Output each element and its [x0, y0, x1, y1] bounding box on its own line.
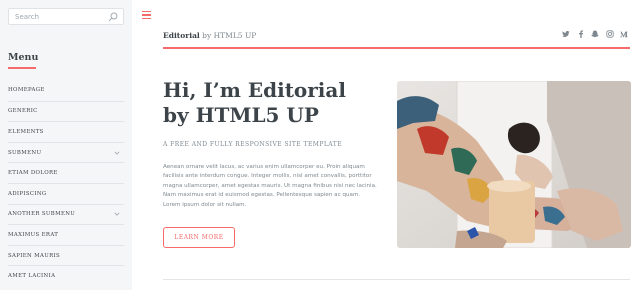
- medium-icon[interactable]: [620, 30, 628, 38]
- sidebar-item-label: HOMEPAGE: [8, 87, 45, 94]
- site-logo-link[interactable]: Editorial by HTML5 UP: [163, 31, 256, 40]
- instagram-icon[interactable]: [605, 30, 614, 38]
- sidebar-item-label: GENERIC: [8, 108, 38, 115]
- sidebar-item-label: AMET LACINIA: [8, 273, 56, 280]
- hero-title: Hi, I’m Editorial by HTML5 UP: [163, 78, 346, 127]
- sidebar-item-etiam-dolore[interactable]: ETIAM DOLORE: [8, 162, 124, 183]
- sidebar-item-sapien-mauris[interactable]: SAPIEN MAURIS: [8, 244, 124, 266]
- sidebar-menu: HOMEPAGE GENERIC ELEMENTS SUBMENU ETIAM …: [8, 80, 124, 286]
- section-divider: [163, 279, 630, 280]
- hero-image: [397, 81, 631, 248]
- learn-more-button[interactable]: LEARN MORE: [163, 227, 235, 248]
- brand-name: Editorial: [163, 31, 200, 40]
- facebook-icon[interactable]: [577, 30, 585, 38]
- sidebar-item-label: ETIAM DOLORE: [8, 170, 58, 177]
- menu-heading-underline: [8, 67, 36, 69]
- sidebar-item-maximus-erat[interactable]: MAXIMUS ERAT: [8, 224, 124, 245]
- brand-suffix: by HTML5 UP: [199, 31, 257, 40]
- sidebar-item-label: MAXIMUS ERAT: [8, 231, 59, 238]
- menu-heading: Menu: [8, 52, 39, 63]
- hero-subtitle: A FREE AND FULLY RESPONSIVE SITE TEMPLAT…: [163, 141, 343, 148]
- sidebar-item-label: ELEMENTS: [8, 128, 44, 135]
- sidebar-item-label: SAPIEN MAURIS: [8, 252, 61, 259]
- twitter-icon[interactable]: [562, 30, 570, 38]
- sidebar-item-another-submenu[interactable]: ANOTHER SUBMENU: [8, 203, 124, 225]
- sidebar-item-elements[interactable]: ELEMENTS: [8, 121, 124, 142]
- chevron-down-icon: [114, 151, 120, 155]
- snapchat-icon[interactable]: [591, 30, 599, 38]
- search-box: [8, 8, 124, 25]
- hero-body-text: Aenean ornare velit lacus, ac varius eni…: [163, 164, 377, 208]
- menu-toggle-icon[interactable]: [142, 11, 151, 20]
- sidebar-item-homepage[interactable]: HOMEPAGE: [8, 80, 124, 101]
- sidebar-item-adipiscing[interactable]: ADIPISCING: [8, 182, 124, 204]
- search-icon[interactable]: [108, 12, 118, 22]
- sidebar-item-generic[interactable]: GENERIC: [8, 100, 124, 122]
- social-icons: [562, 30, 628, 38]
- sidebar: Menu HOMEPAGE GENERIC ELEMENTS SUBMENU E…: [0, 0, 132, 290]
- chevron-down-icon: [114, 212, 120, 217]
- sidebar-item-submenu[interactable]: SUBMENU: [8, 141, 124, 163]
- header-divider: [163, 47, 630, 49]
- sidebar-item-label: ANOTHER SUBMENU: [8, 211, 76, 218]
- sidebar-item-label: SUBMENU: [8, 149, 42, 156]
- sidebar-item-amet-lacinia[interactable]: AMET LACINIA: [8, 265, 124, 286]
- search-input[interactable]: [9, 9, 109, 24]
- sidebar-item-label: ADIPISCING: [8, 190, 47, 197]
